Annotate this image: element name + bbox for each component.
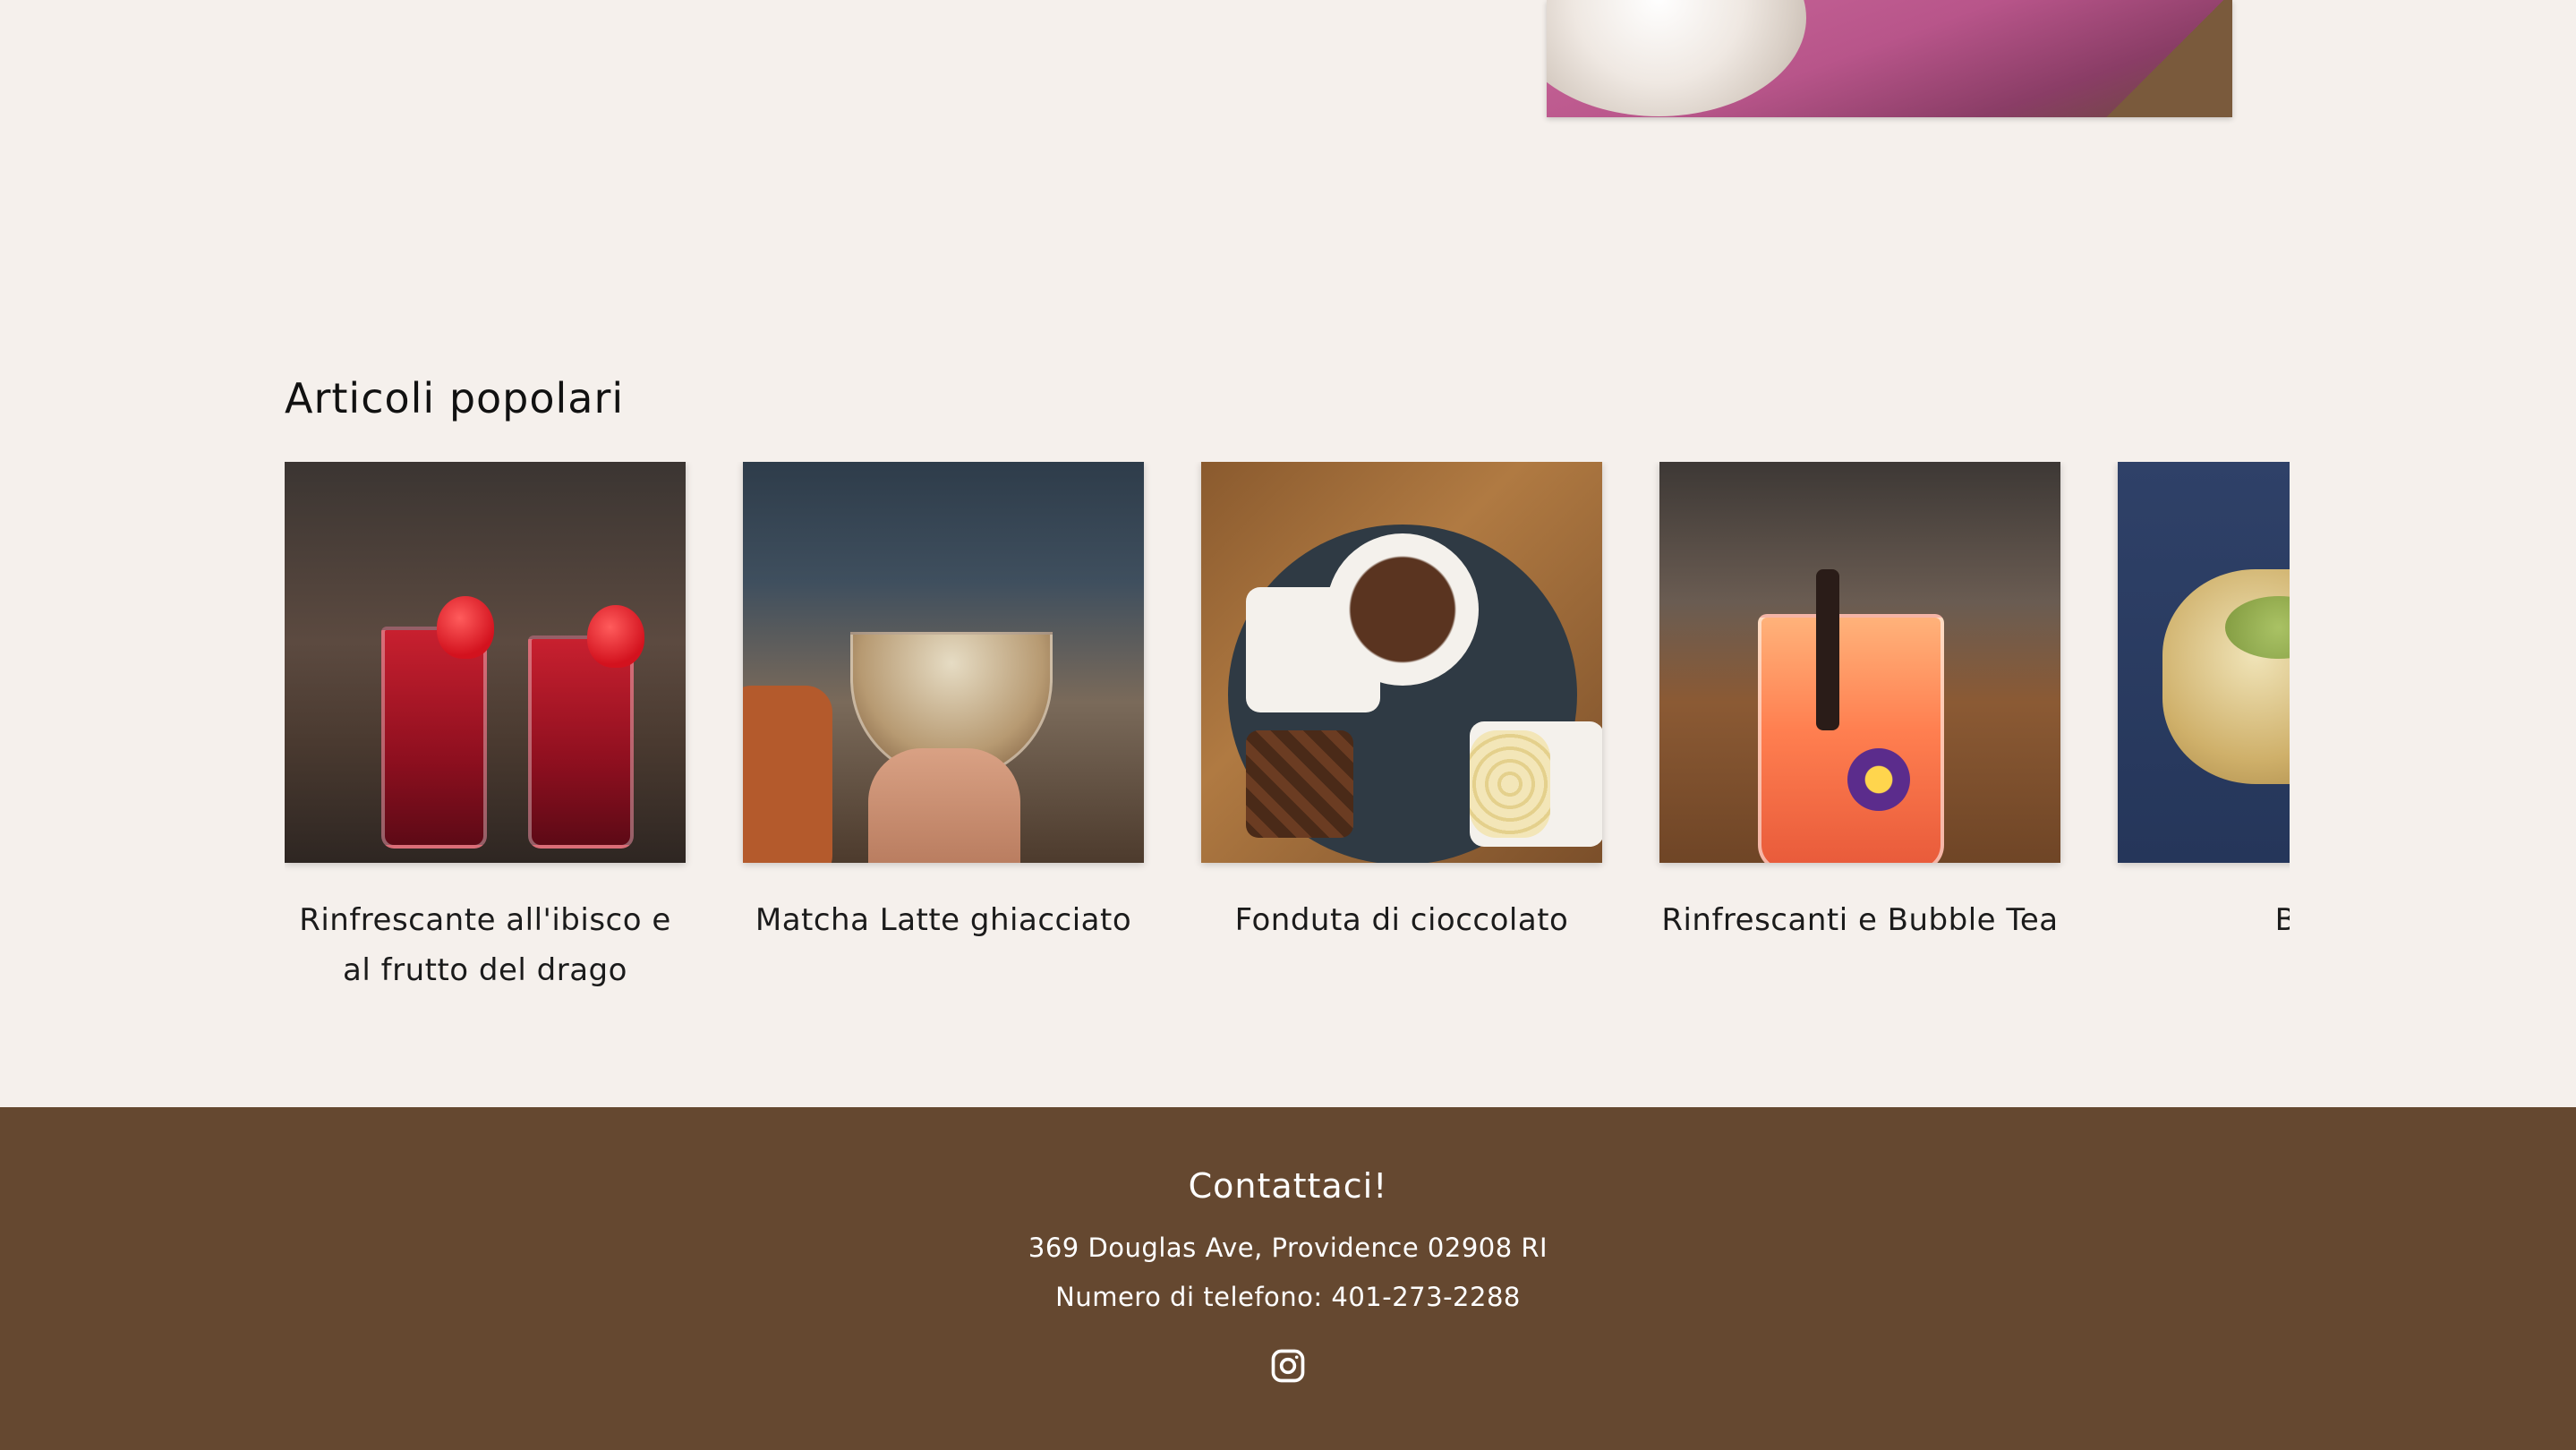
item-title[interactable]: Rinfrescante all'ibisco e al frutto del … (285, 895, 686, 995)
item-image-matcha-latte[interactable] (743, 462, 1144, 863)
item-title[interactable]: Matcha Latte ghiacciato (743, 895, 1144, 945)
footer-contact: Contattaci! 369 Douglas Ave, Providence … (0, 1107, 2576, 1450)
popular-item-card[interactable]: Bakla (2118, 462, 2290, 945)
instagram-icon[interactable] (1268, 1346, 1308, 1386)
popular-item-card[interactable]: Rinfrescanti e Bubble Tea (1659, 462, 2060, 945)
popular-item-card[interactable]: Fonduta di cioccolato (1201, 462, 1602, 945)
popular-item-card[interactable]: Rinfrescante all'ibisco e al frutto del … (285, 462, 686, 995)
item-title[interactable]: Bakla (2118, 895, 2290, 945)
item-image-baklava[interactable] (2118, 462, 2290, 863)
item-title[interactable]: Rinfrescanti e Bubble Tea (1659, 895, 2060, 945)
item-image-hibiscus-refresher[interactable] (285, 462, 686, 863)
contact-address: 369 Douglas Ave, Providence 02908 RI (1028, 1232, 1548, 1263)
popular-item-card[interactable]: Matcha Latte ghiacciato (743, 462, 1144, 945)
section-title-popular: Articoli popolari (285, 374, 625, 422)
item-image-chocolate-fondue[interactable] (1201, 462, 1602, 863)
item-title[interactable]: Fonduta di cioccolato (1201, 895, 1602, 945)
popular-items-carousel[interactable]: Rinfrescante all'ibisco e al frutto del … (285, 462, 2290, 999)
contact-phone[interactable]: Numero di telefono: 401-273-2288 (0, 1282, 2576, 1312)
contact-heading: Contattaci! (1188, 1166, 1388, 1206)
hero-dessert-image (1547, 0, 2232, 117)
item-image-bubble-tea[interactable] (1659, 462, 2060, 863)
